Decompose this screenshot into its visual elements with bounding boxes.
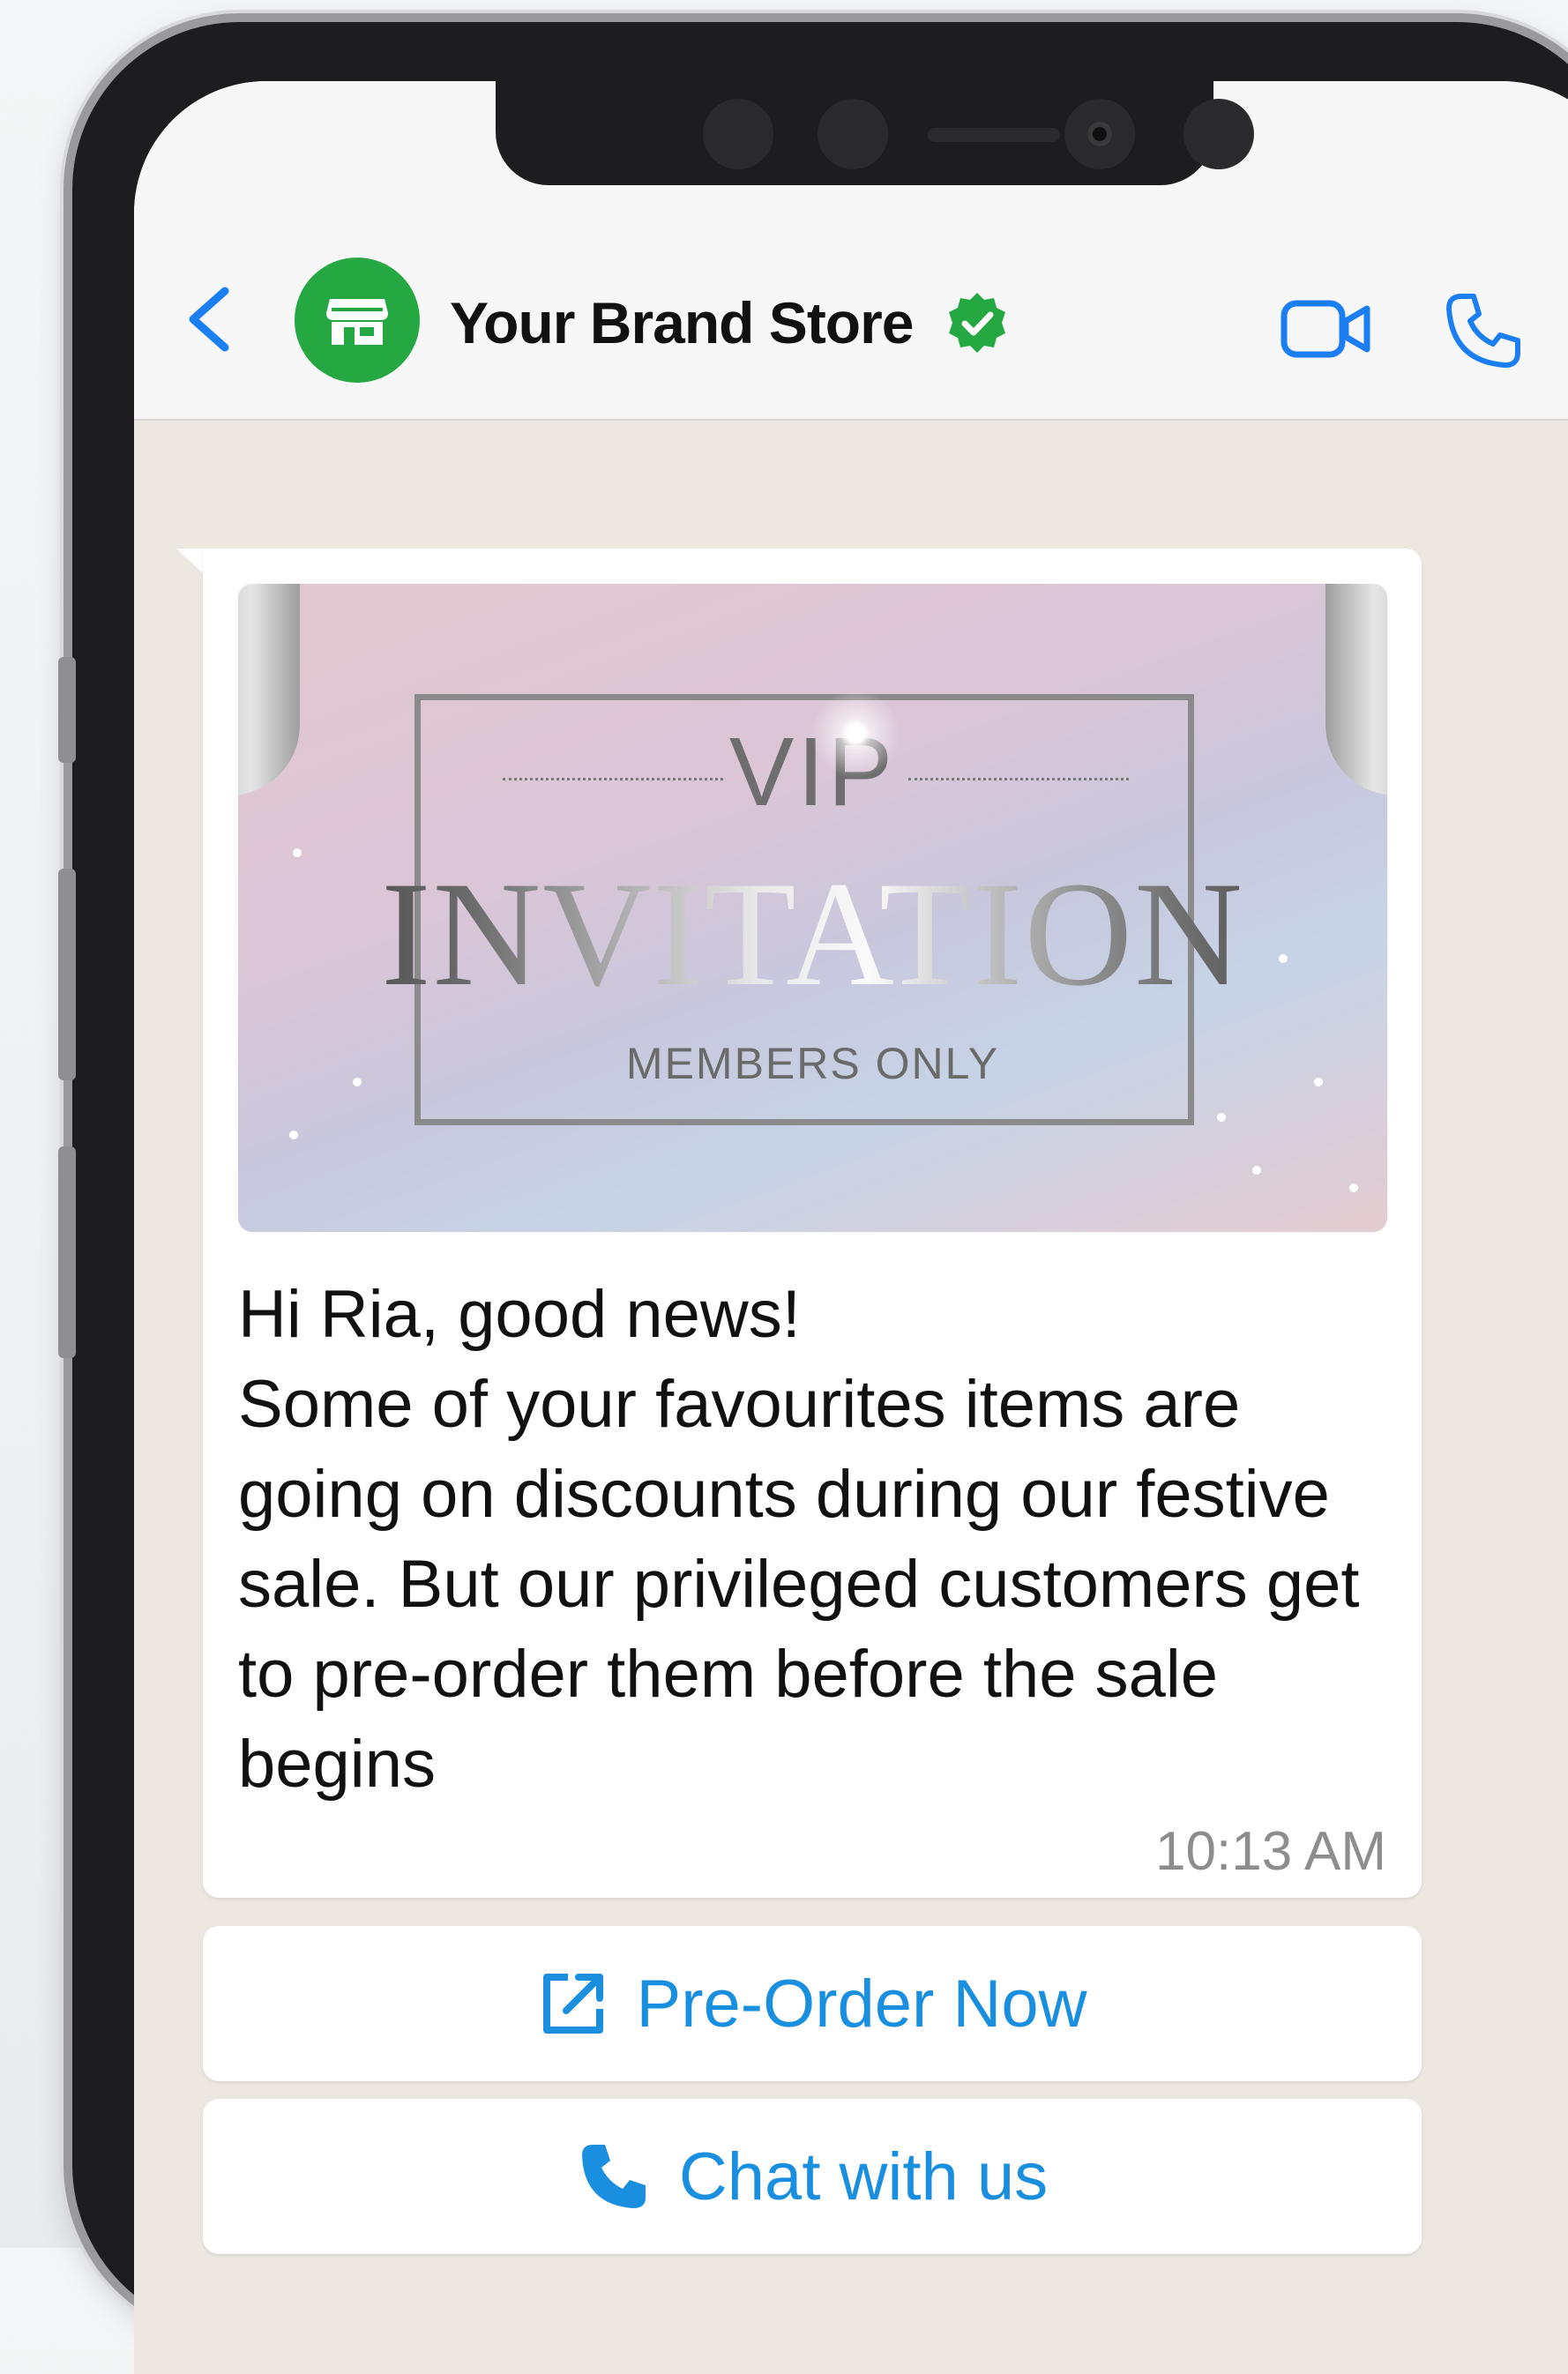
phone-icon[interactable] bbox=[1444, 291, 1523, 370]
bubble-tail bbox=[176, 549, 205, 575]
pre-order-button-label: Pre-Order Now bbox=[636, 1966, 1087, 2042]
message-timestamp: 10:13 AM bbox=[1155, 1821, 1386, 1882]
video-camera-icon[interactable] bbox=[1281, 298, 1372, 360]
message-bubble: VIP INVITATION MEMBERS ONLY Hi Ria, good… bbox=[203, 549, 1422, 1898]
chat-header: Your Brand Store bbox=[134, 81, 1568, 421]
sparkle-decoration bbox=[811, 690, 900, 778]
banner-headline: INVITATION bbox=[238, 848, 1387, 1020]
phone-side-button bbox=[58, 869, 76, 1080]
avatar[interactable] bbox=[295, 258, 420, 383]
vip-invitation-image[interactable]: VIP INVITATION MEMBERS ONLY bbox=[238, 584, 1387, 1232]
message-text: Hi Ria, good news! Some of your favourit… bbox=[238, 1277, 1360, 1802]
notch bbox=[496, 81, 1254, 185]
chevron-left-icon[interactable] bbox=[183, 284, 235, 355]
phone-icon bbox=[581, 2145, 646, 2208]
pre-order-button[interactable]: Pre-Order Now bbox=[203, 1926, 1422, 2081]
verified-badge-icon bbox=[949, 293, 1005, 353]
phone-side-button bbox=[58, 1146, 76, 1358]
phone-side-button bbox=[58, 657, 76, 763]
chat-with-us-button[interactable]: Chat with us bbox=[203, 2099, 1422, 2254]
contact-name[interactable]: Your Brand Store bbox=[450, 289, 915, 356]
chat-with-us-button-label: Chat with us bbox=[678, 2139, 1049, 2214]
banner-subtitle: MEMBERS ONLY bbox=[625, 1039, 1000, 1088]
store-icon bbox=[326, 299, 388, 345]
front-camera bbox=[1064, 99, 1135, 169]
external-link-icon bbox=[542, 1974, 603, 2034]
